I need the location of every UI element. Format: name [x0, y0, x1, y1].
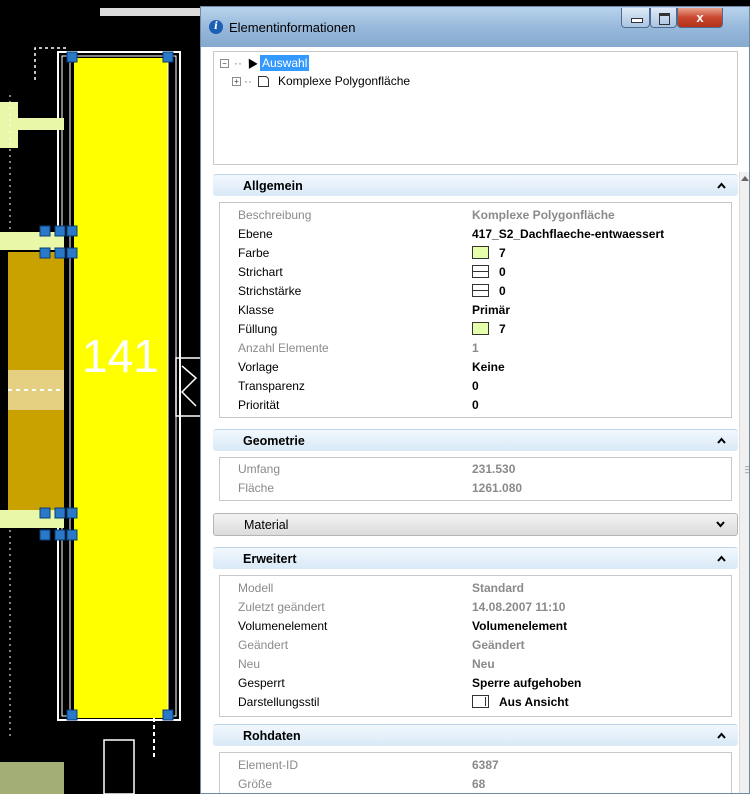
property-row[interactable]: Modell Standard — [220, 579, 731, 598]
line-style-icon — [472, 265, 489, 278]
close-button[interactable]: x — [677, 8, 723, 28]
property-row[interactable]: Beschreibung Komplexe Polygonfläche — [220, 206, 731, 225]
property-row[interactable]: Neu Neu — [220, 655, 731, 674]
erweitert-properties: Modell Standard Zuletzt geändert 14.08.200… — [219, 575, 732, 717]
minimize-icon[interactable] — [621, 8, 650, 28]
cursor-arrow-icon — [244, 56, 258, 69]
polygon-icon — [258, 76, 269, 87]
vertical-scrollbar[interactable] — [739, 172, 749, 793]
property-row[interactable]: Umfang 231.530 — [220, 460, 731, 479]
property-row[interactable]: Farbe 7 — [220, 244, 731, 263]
maximize-icon[interactable] — [650, 8, 677, 28]
property-row[interactable]: Geändert Geändert — [220, 636, 731, 655]
chevron-up-icon[interactable] — [717, 181, 726, 190]
element-information-dialog: i Elementinformationen x − ·· Auswahl + … — [200, 6, 750, 794]
allgemein-properties: Beschreibung Komplexe Polygonfläche Ebene… — [219, 202, 732, 418]
property-row[interactable]: Priorität 0 — [220, 396, 731, 415]
chevron-up-icon[interactable] — [717, 436, 726, 445]
expand-icon[interactable]: + — [232, 77, 241, 86]
section-header-rohdaten[interactable]: Rohdaten — [213, 724, 738, 746]
cad-drawing-view[interactable]: 141 — [0, 0, 210, 794]
line-weight-icon — [472, 284, 489, 297]
chevron-up-icon[interactable] — [717, 554, 726, 563]
selection-tree: − ·· Auswahl + ·· Komplexe Polygonfläche — [213, 51, 738, 165]
property-row[interactable]: Strichstärke 0 — [220, 282, 731, 301]
window-title: Elementinformationen — [229, 20, 356, 35]
property-row[interactable]: Element-ID 6387 — [220, 756, 731, 775]
section-header-erweitert[interactable]: Erweitert — [213, 547, 738, 569]
room-number-label: 141 — [82, 330, 159, 382]
display-style-icon — [472, 695, 489, 708]
tree-label-polygon: Komplexe Polygonfläche — [278, 74, 411, 88]
title-bar[interactable]: i Elementinformationen x — [201, 7, 749, 47]
property-row[interactable]: Gesperrt Sperre aufgehoben — [220, 674, 731, 693]
info-icon: i — [209, 20, 223, 34]
property-row[interactable]: Strichart 0 — [220, 263, 731, 282]
property-row[interactable]: Darstellungsstil Aus Ansicht — [220, 693, 731, 712]
rohdaten-properties: Element-ID 6387 Größe 68 — [219, 752, 732, 793]
geometrie-properties: Umfang 231.530 Fläche 1261.080 — [219, 457, 732, 501]
fill-swatch — [472, 322, 489, 335]
property-row[interactable]: Zuletzt geändert 14.08.2007 11:10 — [220, 598, 731, 617]
property-row[interactable]: Anzahl Elemente 1 — [220, 339, 731, 358]
section-header-geometrie[interactable]: Geometrie — [213, 429, 738, 451]
property-row[interactable]: Klasse Primär — [220, 301, 731, 320]
section-header-material[interactable]: Material — [213, 513, 738, 536]
property-row[interactable]: Größe 68 — [220, 775, 731, 793]
collapse-icon[interactable]: − — [220, 59, 229, 68]
property-row[interactable]: Füllung 7 — [220, 320, 731, 339]
property-row[interactable]: Transparenz 0 — [220, 377, 731, 396]
color-swatch — [472, 246, 489, 259]
chevron-down-icon[interactable] — [716, 520, 725, 529]
scroll-up-icon[interactable] — [741, 176, 749, 181]
property-row[interactable]: Fläche 1261.080 — [220, 479, 731, 498]
property-row[interactable]: Ebene 417_S2_Dachflaeche-entwaessert — [220, 225, 731, 244]
close-icon: x — [696, 10, 704, 25]
chevron-up-icon[interactable] — [717, 731, 726, 740]
section-header-allgemein[interactable]: Allgemein — [213, 174, 738, 196]
property-row[interactable]: Vorlage Keine — [220, 358, 731, 377]
resize-grip-icon[interactable]: ——— — [745, 462, 749, 477]
tree-label-auswahl: Auswahl — [260, 55, 310, 71]
property-row[interactable]: Volumenelement Volumenelement — [220, 617, 731, 636]
